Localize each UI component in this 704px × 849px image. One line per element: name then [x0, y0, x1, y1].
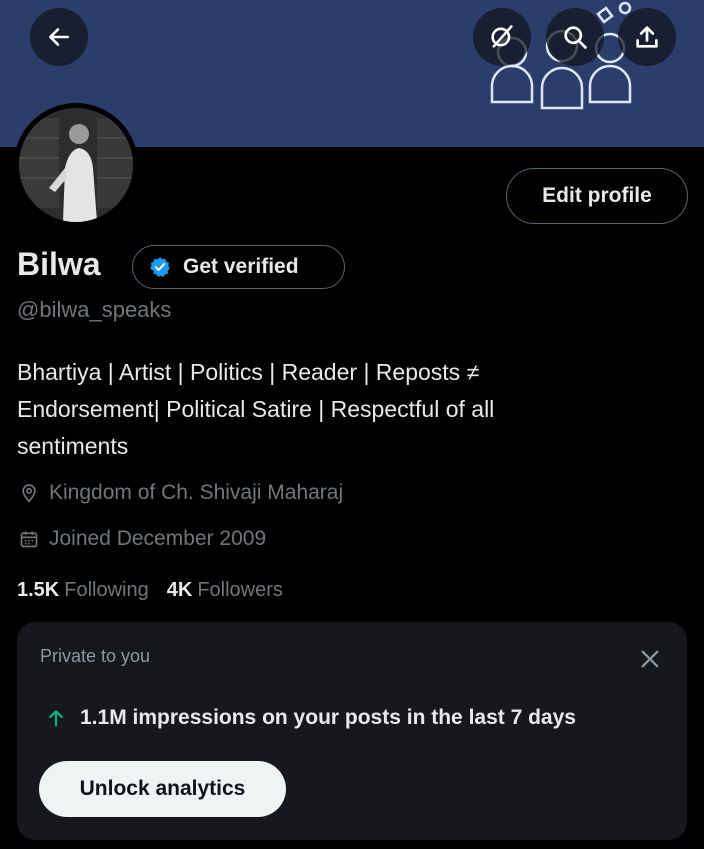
search-button[interactable]	[546, 8, 604, 66]
followers-label: Followers	[197, 579, 283, 601]
followers-link[interactable]: 4K Followers	[167, 579, 283, 602]
bio-line: Bhartiya | Artist | Politics | Reader | …	[17, 359, 480, 385]
arrow-up-icon	[49, 710, 63, 727]
followers-count: 4K	[166, 579, 193, 601]
arrow-left-icon	[49, 28, 69, 46]
grok-button[interactable]	[473, 8, 531, 66]
unlock-analytics-button[interactable]: Unlock analytics	[39, 761, 286, 817]
joined-text: Joined December 2009	[49, 527, 267, 550]
follow-stats: 1.5K Following 4K Followers	[17, 579, 283, 602]
avatar[interactable]	[14, 103, 138, 227]
following-label: Following	[64, 579, 149, 601]
avatar-photo	[19, 108, 133, 222]
grok-icon	[491, 25, 513, 48]
profile-bio: Bhartiya | Artist | Politics | Reader | …	[17, 354, 657, 465]
get-verified-button[interactable]: Get verified	[132, 245, 345, 289]
following-link[interactable]: 1.5K Following	[17, 579, 149, 602]
bio-line: sentiments	[17, 433, 129, 459]
private-label: Private to you	[40, 646, 151, 666]
impressions-row: 1.1M impressions on your posts in the la…	[46, 706, 576, 730]
share-icon	[636, 26, 658, 48]
profile-handle: @bilwa_speaks	[17, 297, 172, 322]
edit-profile-button[interactable]: Edit profile	[506, 168, 688, 224]
location-pin-icon	[22, 484, 36, 503]
close-icon	[641, 650, 659, 668]
location-row: Kingdom of Ch. Shivaji Maharaj	[19, 481, 343, 505]
verified-badge-icon	[150, 257, 170, 277]
calendar-icon	[20, 531, 38, 548]
profile-name: Bilwa	[17, 246, 101, 282]
following-count: 1.5K	[17, 579, 60, 601]
analytics-card: Private to you 1.1M impressions on your …	[17, 622, 687, 840]
joined-row: Joined December 2009	[19, 527, 266, 551]
impressions-text: 1.1M impressions on your posts in the la…	[80, 706, 576, 729]
location-text: Kingdom of Ch. Shivaji Maharaj	[49, 481, 344, 504]
back-button[interactable]	[30, 8, 88, 66]
search-icon	[564, 26, 587, 49]
dismiss-card-button[interactable]	[635, 644, 665, 674]
share-button[interactable]	[618, 8, 676, 66]
bio-line: Endorsement| Political Satire | Respectf…	[17, 396, 495, 422]
get-verified-label: Get verified	[183, 255, 299, 278]
